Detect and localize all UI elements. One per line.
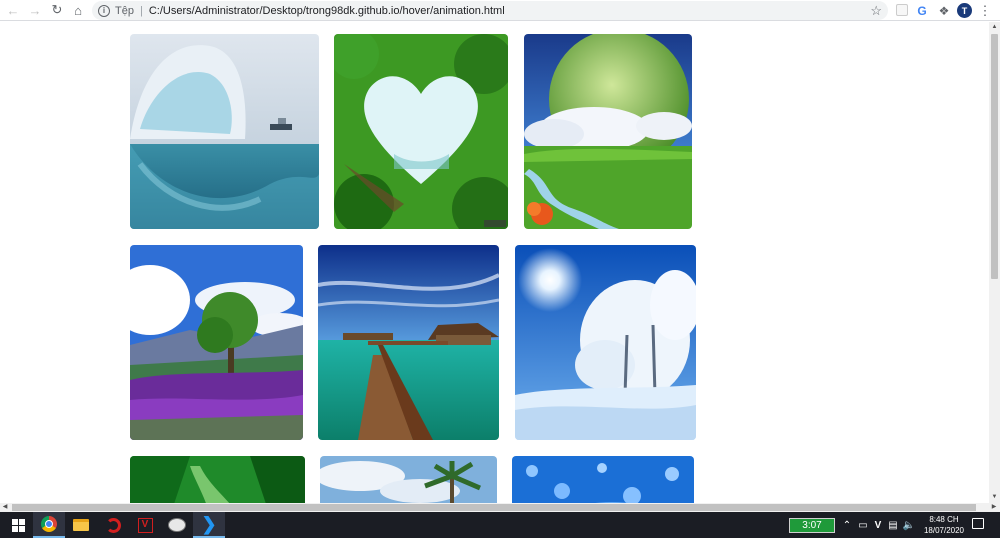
back-arrow-icon[interactable]: ← — [2, 0, 24, 21]
network-icon[interactable]: ▤ — [886, 512, 900, 538]
image-snowy-trees-sun[interactable] — [515, 245, 696, 440]
timer-badge[interactable]: 3:07 — [789, 518, 835, 533]
system-clock[interactable]: 8:48 CH 18/07/2020 — [916, 514, 972, 536]
windows-logo-icon — [11, 518, 25, 532]
extension-icon[interactable] — [896, 4, 908, 16]
battery-icon[interactable]: ▭ — [856, 512, 870, 538]
image-green-waterfall[interactable] — [130, 456, 305, 503]
windows-taskbar: V ❯ 3:07 ⌃ ▭ V ▤ 🔈 8:48 CH 18/07/2020 — [0, 512, 1000, 538]
red-v-icon: V — [137, 517, 153, 533]
red-ring-icon — [105, 517, 121, 533]
ime-indicator[interactable]: V — [872, 512, 884, 538]
address-separator: | — [139, 4, 143, 17]
chevron-up-icon[interactable]: ⌃ — [842, 512, 852, 538]
page-viewport — [0, 22, 989, 503]
url-text[interactable]: C:/Users/Administrator/Desktop/trong98dk… — [149, 5, 505, 17]
horizontal-scrollbar[interactable]: ◀ ▶ — [0, 503, 1000, 512]
image-heart-shaped-forest[interactable] — [334, 34, 508, 229]
profile-avatar[interactable]: T — [957, 3, 972, 18]
heart-forest-image — [334, 34, 508, 229]
kebab-menu-icon[interactable]: ⋮ — [979, 0, 992, 21]
puzzle-icon[interactable]: ❖ — [937, 0, 951, 21]
image-iceberg-underwater[interactable] — [130, 34, 319, 229]
image-green-planet-landscape[interactable] — [524, 34, 692, 229]
image-purple-flowers-tree[interactable] — [130, 245, 303, 440]
clock-date: 18/07/2020 — [923, 526, 965, 535]
notification-icon[interactable] — [972, 518, 984, 529]
image-water-droplets[interactable] — [512, 456, 694, 503]
scroll-right-icon[interactable]: ▶ — [990, 503, 998, 512]
taskbar-vscode[interactable]: ❯ — [193, 512, 225, 538]
volume-icon[interactable]: 🔈 — [902, 512, 916, 538]
palm-tree-image — [320, 456, 497, 503]
chrome-icon — [41, 516, 57, 532]
reload-icon[interactable]: ↻ — [46, 0, 68, 21]
bird-app-icon — [168, 518, 186, 532]
image-palm-tree-sky[interactable] — [320, 456, 497, 503]
scroll-left-icon[interactable]: ◀ — [1, 503, 9, 512]
scroll-up-icon[interactable]: ▲ — [991, 24, 998, 31]
scroll-down-icon[interactable]: ▼ — [991, 494, 998, 501]
taskbar-chrome[interactable] — [33, 512, 65, 538]
water-droplets-image — [512, 456, 694, 503]
browser-toolbar: ← → ↻ ⌂ i Tệp | C:/Users/Administrator/D… — [0, 0, 1000, 21]
green-waterfall-image — [130, 456, 305, 503]
home-icon[interactable]: ⌂ — [67, 0, 89, 21]
taskbar-app-bird[interactable] — [161, 512, 193, 538]
iceberg-image — [130, 34, 319, 229]
site-info-label[interactable]: Tệp — [115, 5, 134, 17]
tropical-pier-image — [318, 245, 499, 440]
translate-icon[interactable]: G — [915, 0, 929, 21]
vscode-icon: ❯ — [201, 514, 217, 534]
taskbar-app-v[interactable]: V — [129, 512, 161, 538]
snowy-trees-image — [515, 245, 696, 440]
folder-icon — [73, 519, 89, 531]
purple-flowers-image — [130, 245, 303, 440]
horizontal-scroll-thumb[interactable] — [12, 504, 976, 511]
address-bar[interactable]: i Tệp | C:/Users/Administrator/Desktop/t… — [92, 1, 888, 20]
clock-time: 8:48 CH — [929, 515, 959, 524]
star-icon[interactable]: ☆ — [870, 3, 882, 19]
start-button[interactable] — [2, 512, 34, 538]
taskbar-app-red[interactable] — [97, 512, 129, 538]
taskbar-file-explorer[interactable] — [65, 512, 97, 538]
vertical-scrollbar[interactable]: ▲ ▼ — [989, 22, 1000, 503]
info-icon[interactable]: i — [98, 4, 110, 17]
forward-arrow-icon[interactable]: → — [24, 0, 46, 21]
vertical-scroll-thumb[interactable] — [991, 34, 998, 279]
image-tropical-pier-bungalow[interactable] — [318, 245, 499, 440]
planet-landscape-image — [524, 34, 692, 229]
